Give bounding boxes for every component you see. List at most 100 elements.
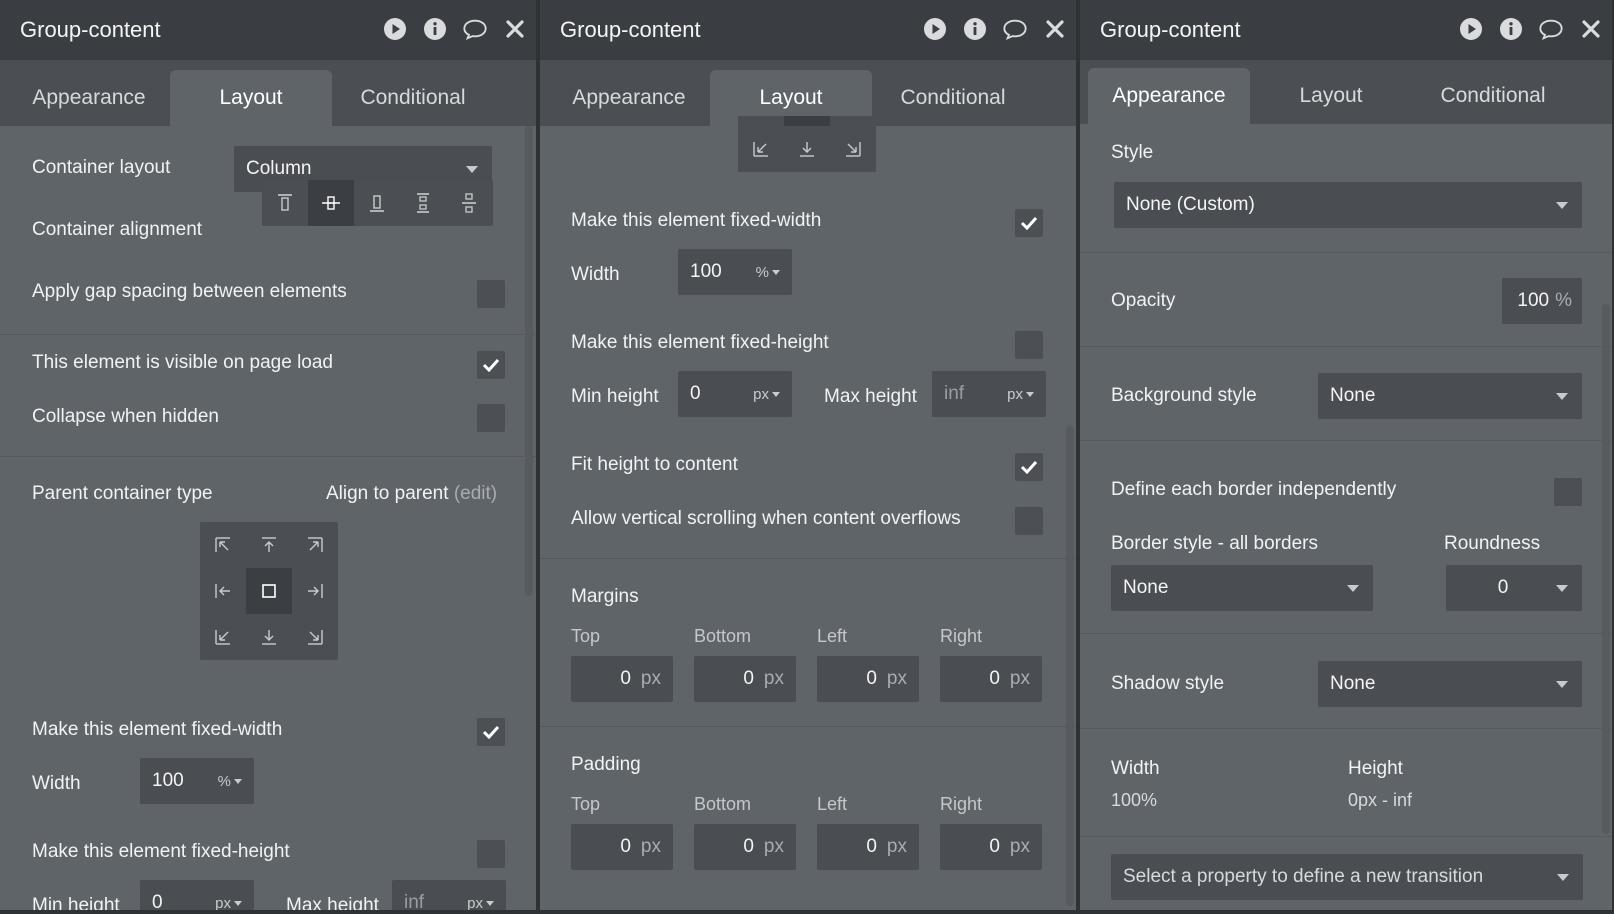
comment-icon[interactable] (462, 16, 488, 42)
panel-titlebar[interactable]: Group-content (0, 0, 536, 60)
border-style-dropdown[interactable]: None (1111, 565, 1373, 611)
align-center-icon[interactable] (308, 180, 354, 226)
close-icon[interactable] (1578, 16, 1604, 42)
collapse-hidden-checkbox[interactable] (477, 404, 505, 432)
close-icon[interactable] (502, 16, 528, 42)
property-editor-panel-1: Group-content Appearance Layout Conditio… (0, 0, 538, 910)
tab-layout[interactable]: Layout (1250, 68, 1412, 124)
align-bottom-right-icon[interactable] (292, 614, 338, 660)
max-height-unit-dropdown[interactable]: px (1007, 386, 1034, 403)
grid-cell[interactable] (830, 116, 876, 126)
tab-conditional[interactable]: Conditional (872, 70, 1034, 126)
tab-conditional[interactable]: Conditional (332, 70, 494, 126)
padding-top-input[interactable]: 0 px (571, 824, 673, 870)
fixed-height-label: Make this element fixed-height (32, 841, 290, 862)
shadow-style-label: Shadow style (1111, 673, 1225, 694)
align-to-parent-text: Align to parent (edit) (326, 483, 497, 505)
scrollbar[interactable] (525, 126, 533, 596)
transition-property-dropdown[interactable]: Select a property to define a new transi… (1111, 854, 1583, 900)
align-middle-left-icon[interactable] (200, 568, 246, 614)
scrollbar[interactable] (1066, 426, 1074, 906)
vertical-scroll-checkbox[interactable] (1015, 507, 1043, 535)
margin-right-input[interactable]: 0 px (940, 656, 1042, 702)
style-dropdown[interactable]: None (Custom) (1114, 182, 1582, 228)
padding-left-input[interactable]: 0 px (817, 824, 919, 870)
width-unit-dropdown[interactable]: % (218, 773, 242, 790)
width-input[interactable]: 100 % (678, 249, 792, 295)
margin-top-input[interactable]: 0 px (571, 656, 673, 702)
align-bottom-center-icon[interactable] (784, 126, 830, 172)
fixed-width-checkbox[interactable] (1015, 209, 1043, 237)
panel-title: Group-content (1100, 17, 1241, 42)
tab-layout[interactable]: Layout (170, 70, 332, 126)
chevron-down-icon (1556, 393, 1568, 400)
max-height-input[interactable]: inf px (392, 880, 506, 910)
align-bottom-left-icon[interactable] (200, 614, 246, 660)
fixed-height-checkbox[interactable] (477, 840, 505, 868)
align-top-right-icon[interactable] (292, 522, 338, 568)
align-bottom-right-icon[interactable] (830, 126, 876, 172)
align-top-left-icon[interactable] (200, 522, 246, 568)
max-height-unit-dropdown[interactable]: px (467, 895, 494, 910)
border-style-value: None (1123, 577, 1169, 598)
divider (540, 726, 1076, 727)
panel-titlebar[interactable]: Group-content (540, 0, 1076, 60)
grid-cell-selected[interactable] (784, 116, 830, 126)
roundness-dropdown[interactable]: 0 (1446, 565, 1582, 611)
opacity-input[interactable]: 100 % (1502, 278, 1582, 324)
fixed-height-checkbox[interactable] (1015, 331, 1043, 359)
background-style-value: None (1330, 385, 1376, 406)
grid-cell[interactable] (738, 116, 784, 126)
background-style-label: Background style (1111, 385, 1257, 406)
fixed-width-checkbox[interactable] (477, 718, 505, 746)
play-icon[interactable] (922, 16, 948, 42)
play-icon[interactable] (1458, 16, 1484, 42)
max-height-input[interactable]: inf px (932, 371, 1046, 417)
min-height-input[interactable]: 0 px (678, 371, 792, 417)
visible-on-load-checkbox[interactable] (477, 351, 505, 379)
padding-bottom-input[interactable]: 0 px (694, 824, 796, 870)
min-height-unit-dropdown[interactable]: px (215, 895, 242, 910)
info-icon[interactable] (422, 16, 448, 42)
scrollbar[interactable] (1602, 304, 1610, 834)
comment-icon[interactable] (1002, 16, 1028, 42)
space-between-icon[interactable] (400, 180, 446, 226)
panel-title: Group-content (20, 17, 161, 42)
align-middle-right-icon[interactable] (292, 568, 338, 614)
gap-spacing-checkbox[interactable] (477, 280, 505, 308)
close-icon[interactable] (1042, 16, 1068, 42)
tab-appearance[interactable]: Appearance (548, 70, 710, 126)
tab-appearance[interactable]: Appearance (8, 70, 170, 126)
min-height-unit-dropdown[interactable]: px (753, 386, 780, 403)
border-independent-checkbox[interactable] (1554, 478, 1582, 506)
info-icon[interactable] (962, 16, 988, 42)
align-center-square-icon[interactable] (246, 568, 292, 614)
background-style-dropdown[interactable]: None (1318, 373, 1582, 419)
margin-bottom-input[interactable]: 0 px (694, 656, 796, 702)
shadow-style-dropdown[interactable]: None (1318, 661, 1582, 707)
unit-label: px (763, 836, 784, 857)
opacity-label: Opacity (1111, 290, 1176, 311)
width-unit-dropdown[interactable]: % (756, 264, 780, 281)
align-top-icon[interactable] (262, 180, 308, 226)
play-icon[interactable] (382, 16, 408, 42)
padding-right-input[interactable]: 0 px (940, 824, 1042, 870)
space-around-icon[interactable] (446, 180, 492, 226)
width-input[interactable]: 100 % (140, 758, 254, 804)
align-top-center-icon[interactable] (246, 522, 292, 568)
width-value: 100 (152, 770, 184, 791)
caret-icon (772, 392, 780, 398)
height-value: 0px - inf (1348, 790, 1413, 810)
comment-icon[interactable] (1538, 16, 1564, 42)
min-height-input[interactable]: 0 px (140, 880, 254, 910)
info-icon[interactable] (1498, 16, 1524, 42)
panel-titlebar[interactable]: Group-content (1080, 0, 1612, 60)
tab-appearance[interactable]: Appearance (1088, 68, 1250, 124)
edit-link[interactable]: (edit) (454, 483, 497, 504)
align-bottom-left-icon[interactable] (738, 126, 784, 172)
tab-conditional[interactable]: Conditional (1412, 68, 1574, 124)
margin-left-input[interactable]: 0 px (817, 656, 919, 702)
align-bottom-center-icon[interactable] (246, 614, 292, 660)
fit-height-checkbox[interactable] (1015, 453, 1043, 481)
align-bottom-icon[interactable] (354, 180, 400, 226)
